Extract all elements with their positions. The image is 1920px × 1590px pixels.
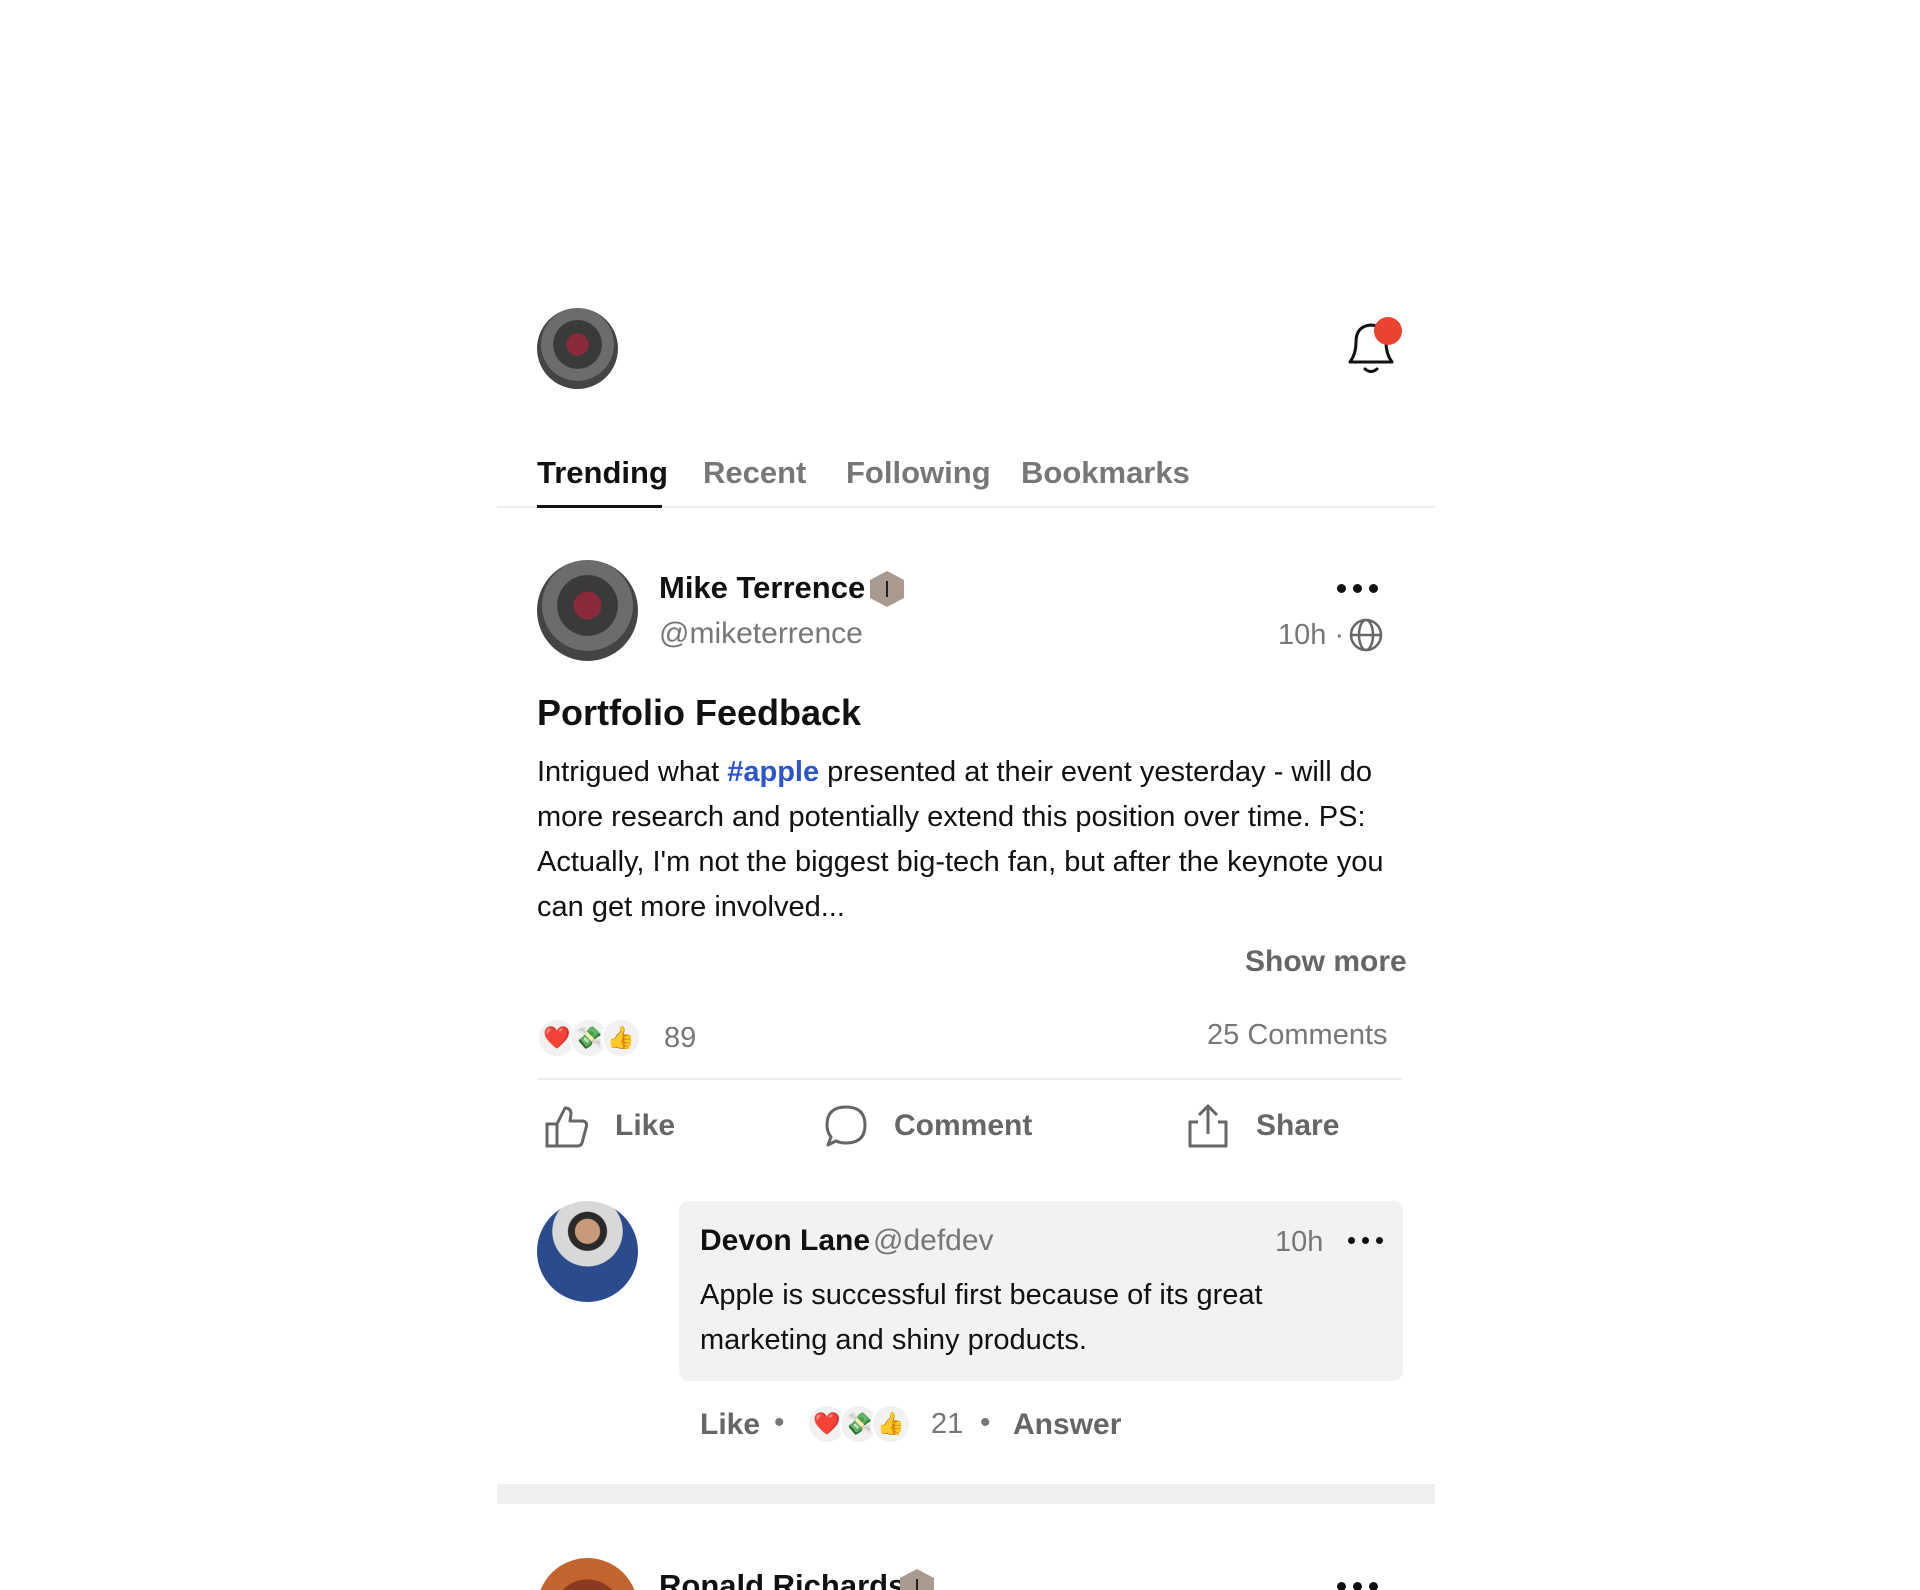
user-avatar[interactable] bbox=[537, 308, 618, 389]
bell-icon bbox=[1348, 317, 1402, 373]
post-comments-count[interactable]: 25 Comments bbox=[1207, 1019, 1388, 1052]
more-icon[interactable] bbox=[1337, 584, 1378, 593]
answer-button[interactable]: Answer bbox=[1013, 1408, 1121, 1442]
show-more-link[interactable]: Show more bbox=[1245, 945, 1407, 979]
post-author-name[interactable]: Mike Terrence bbox=[659, 570, 865, 606]
comment-text: Apple is successful first because of its… bbox=[700, 1279, 1263, 1356]
post-reactions[interactable]: ❤️ 💸 👍 bbox=[537, 1018, 641, 1058]
comment-author-name[interactable]: Devon Lane bbox=[700, 1224, 870, 1258]
comment-button[interactable]: Comment bbox=[822, 1102, 1032, 1150]
globe-icon bbox=[1349, 618, 1383, 652]
hashtag-link[interactable]: #apple bbox=[727, 756, 819, 788]
like-button[interactable]: Like bbox=[543, 1102, 675, 1150]
comment-icon bbox=[825, 1105, 867, 1147]
next-post-author-name[interactable]: Ronald Richards bbox=[659, 1568, 905, 1590]
comment-time: 10h bbox=[1275, 1226, 1324, 1258]
next-post-more-icon[interactable] bbox=[1337, 1582, 1378, 1590]
next-post-clip: Ronald Richards bbox=[497, 1504, 1435, 1590]
comment-reactions[interactable]: ❤️ 💸 👍 bbox=[807, 1404, 911, 1444]
notification-dot bbox=[1374, 317, 1402, 345]
share-button[interactable]: Share bbox=[1184, 1102, 1339, 1150]
active-tab-indicator bbox=[537, 505, 662, 508]
next-post-author-avatar[interactable] bbox=[537, 1558, 638, 1590]
post-separator bbox=[497, 1484, 1435, 1504]
post-time: 10h · bbox=[1278, 619, 1345, 651]
post-author-handle: @miketerrence bbox=[659, 617, 863, 650]
thumbs-up-icon bbox=[545, 1106, 589, 1148]
tab-trending[interactable]: Trending bbox=[537, 455, 668, 491]
verified-badge-icon bbox=[870, 571, 904, 607]
actions-divider bbox=[537, 1078, 1402, 1080]
tab-following[interactable]: Following bbox=[846, 455, 991, 491]
comment-author-handle: @defdev bbox=[873, 1224, 994, 1257]
share-icon bbox=[1188, 1104, 1228, 1148]
post-title: Portfolio Feedback bbox=[537, 692, 862, 733]
thumbs-up-emoji-icon: 👍 bbox=[871, 1404, 911, 1444]
notifications-button[interactable] bbox=[1338, 310, 1404, 382]
post-body: Intrigued what #apple presented at their… bbox=[537, 756, 1384, 923]
comment-reactions-count: 21 bbox=[931, 1408, 964, 1440]
separator-dot: • bbox=[774, 1406, 785, 1439]
thumbs-up-emoji-icon: 👍 bbox=[601, 1018, 641, 1058]
comment-like-button[interactable]: Like bbox=[700, 1408, 760, 1442]
comment-author-avatar[interactable] bbox=[537, 1201, 638, 1302]
post-author-avatar[interactable] bbox=[537, 560, 638, 661]
post-reactions-count: 89 bbox=[664, 1022, 697, 1054]
comment-more-icon[interactable] bbox=[1348, 1237, 1383, 1244]
separator-dot: • bbox=[980, 1406, 991, 1439]
tab-bookmarks[interactable]: Bookmarks bbox=[1021, 455, 1190, 491]
tab-recent[interactable]: Recent bbox=[703, 455, 806, 491]
